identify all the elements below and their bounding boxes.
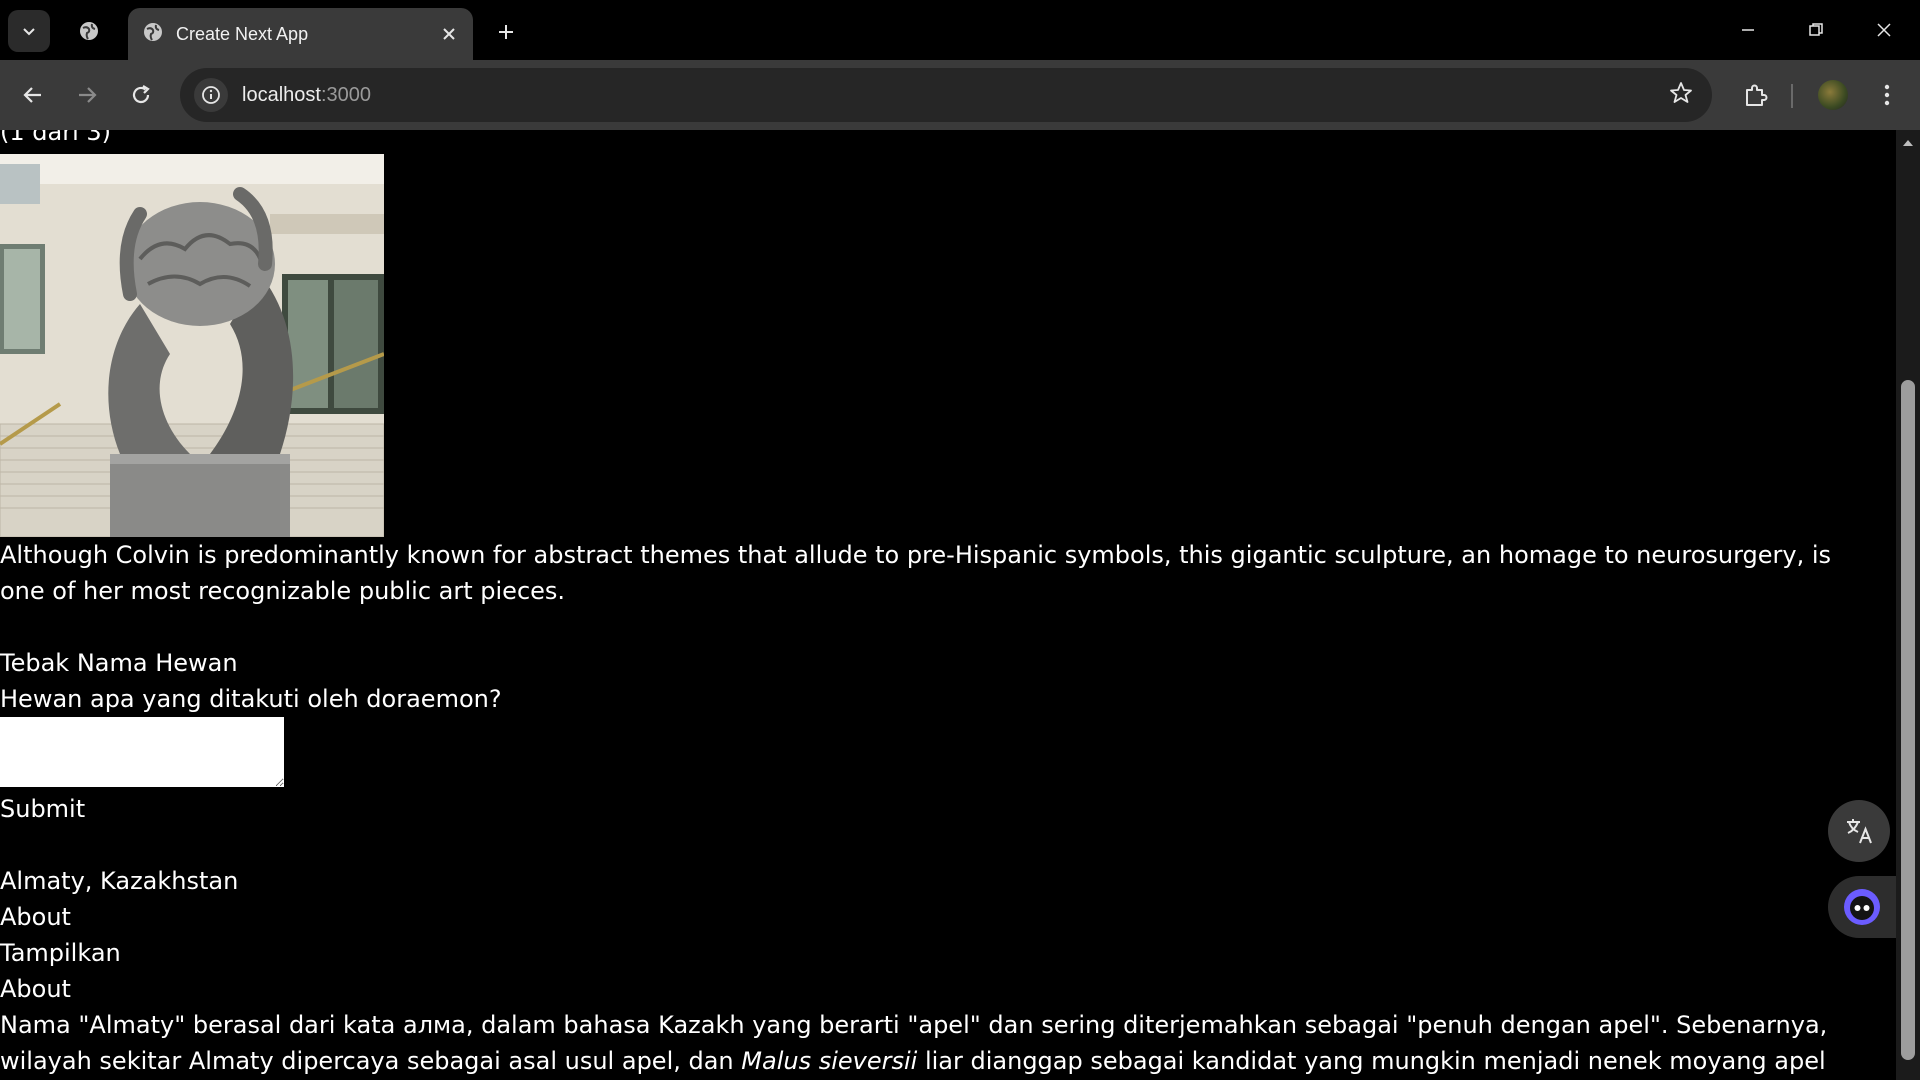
address-bar[interactable]: localhost:3000 <box>180 68 1712 122</box>
close-icon <box>1877 23 1891 37</box>
avatar[interactable] <box>1818 80 1848 110</box>
info-icon <box>202 86 220 104</box>
translate-button[interactable] <box>1828 800 1890 862</box>
chevron-down-icon <box>23 28 35 36</box>
close-window-button[interactable] <box>1856 6 1912 54</box>
ai-assistant-button[interactable] <box>1828 876 1896 938</box>
about-text-italic: Malus sieversii <box>741 1047 918 1075</box>
globe-icon <box>80 22 98 40</box>
url-port: :3000 <box>320 83 371 106</box>
active-tab[interactable]: Create Next App <box>128 8 473 60</box>
toolbar-divider <box>1791 84 1793 108</box>
page-content: (1 dari 3) Although Colvin is predominan… <box>0 130 1880 1080</box>
page-scrollbar[interactable] <box>1896 130 1920 1080</box>
assistant-bot-icon <box>1844 889 1880 925</box>
quiz-title: Tebak Nama Hewan <box>0 649 238 677</box>
star-icon <box>1670 82 1692 103</box>
puzzle-icon <box>1746 84 1768 106</box>
answer-input[interactable] <box>0 717 284 787</box>
quiz-question: Hewan apa yang ditakuti oleh doraemon? <box>0 685 502 713</box>
plus-icon <box>499 25 513 39</box>
arrow-right-icon <box>79 87 97 103</box>
kebab-menu-icon <box>1884 84 1890 106</box>
forward-button[interactable] <box>66 74 108 116</box>
about-link-1[interactable]: About <box>0 899 1880 935</box>
tab-strip: Create Next App <box>0 0 1920 60</box>
bookmark-button[interactable] <box>1668 80 1694 110</box>
reload-button[interactable] <box>120 74 162 116</box>
extensions-button[interactable] <box>1734 74 1776 116</box>
url-host: localhost <box>242 83 321 106</box>
reload-icon <box>132 85 150 104</box>
tab-search-dropdown-button[interactable] <box>8 10 50 52</box>
image-counter: (1 dari 3) <box>0 130 111 146</box>
image-caption: Although Colvin is predominantly known f… <box>0 541 1832 605</box>
back-button[interactable] <box>12 74 54 116</box>
translate-icon <box>1847 819 1872 844</box>
submit-button[interactable]: Submit <box>0 791 1880 827</box>
browser-toolbar: localhost:3000 <box>0 60 1920 130</box>
show-button[interactable]: Tampilkan <box>0 935 1880 971</box>
sculpture-photo-art <box>0 154 384 537</box>
restore-button[interactable] <box>1788 6 1844 54</box>
url-text: localhost:3000 <box>242 84 371 107</box>
browser-menu-button[interactable] <box>1866 74 1908 116</box>
minimize-icon <box>1742 29 1754 31</box>
globe-icon <box>142 21 164 47</box>
close-icon <box>443 28 455 40</box>
scroll-up-arrow-icon[interactable] <box>1902 138 1914 148</box>
sculpture-image <box>0 154 384 537</box>
location-title: Almaty, Kazakhstan <box>0 867 239 895</box>
restore-icon <box>1809 23 1823 36</box>
new-tab-button[interactable] <box>488 14 524 50</box>
tab-close-button[interactable] <box>435 20 463 48</box>
site-info-button[interactable] <box>194 78 228 112</box>
page-viewport: (1 dari 3) Although Colvin is predominan… <box>0 130 1896 1080</box>
about-heading: About <box>0 975 71 1003</box>
tab-title: Create Next App <box>176 23 309 44</box>
about-text: Nama "Almaty" berasal dari kata алма, da… <box>0 1007 1880 1080</box>
arrow-left-icon <box>23 87 41 103</box>
tab-groups-button[interactable] <box>68 10 110 52</box>
scrollbar-thumb[interactable] <box>1901 380 1915 1060</box>
minimize-button[interactable] <box>1720 6 1776 54</box>
